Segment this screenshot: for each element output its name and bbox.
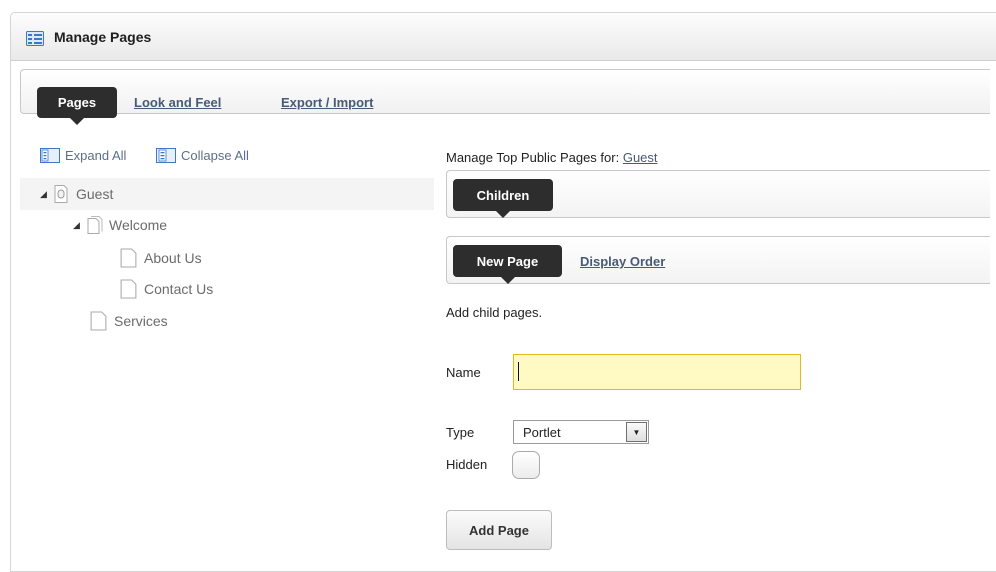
collapse-arrow-icon[interactable]: ◢: [40, 189, 52, 200]
tab-look-and-feel[interactable]: Look and Feel: [134, 95, 221, 110]
tree-node-guest[interactable]: ◢ Guest: [40, 184, 113, 204]
form-intro: Add child pages.: [446, 305, 543, 320]
tree-node-label: Services: [114, 313, 168, 329]
type-label: Type: [446, 425, 475, 440]
guest-site-link[interactable]: Guest: [623, 150, 658, 165]
name-input[interactable]: [513, 354, 801, 390]
expand-all-link[interactable]: Expand All: [40, 148, 126, 163]
add-page-button[interactable]: Add Page: [446, 510, 552, 550]
tab-display-order[interactable]: Display Order: [580, 254, 665, 269]
tree-node-welcome[interactable]: ◢ Welcome: [73, 215, 167, 235]
tree-node-label: Guest: [76, 186, 114, 202]
page-folder-icon: [87, 216, 103, 234]
hidden-checkbox[interactable]: [512, 451, 540, 479]
page-icon: [120, 248, 137, 268]
tab-children[interactable]: Children: [453, 179, 553, 218]
tab-new-page[interactable]: New Page: [453, 245, 562, 284]
collapse-arrow-icon[interactable]: ◢: [73, 220, 85, 231]
manage-pages-label: Manage Top Public Pages for:: [446, 150, 620, 165]
chevron-down-icon[interactable]: ▼: [626, 422, 647, 442]
tab-pages[interactable]: Pages: [37, 87, 117, 125]
collapse-all-link[interactable]: Collapse All: [156, 148, 249, 163]
tree-node-about-us[interactable]: About Us: [119, 247, 202, 269]
tree-node-label: Welcome: [109, 217, 168, 233]
type-select-value: Portlet: [523, 425, 561, 440]
name-label: Name: [446, 365, 481, 380]
manage-pages-heading: Manage Top Public Pages for: Guest: [446, 150, 658, 165]
page-icon: [90, 311, 107, 331]
text-cursor: [518, 362, 519, 381]
collapse-all-label: Collapse All: [181, 148, 249, 163]
tree-node-label: About Us: [144, 250, 202, 266]
tree-node-services[interactable]: Services: [89, 310, 168, 332]
page-icon: [120, 279, 137, 299]
portlet-titlebar: Manage Pages: [11, 13, 996, 61]
hidden-label: Hidden: [446, 457, 488, 472]
expand-all-label: Expand All: [65, 148, 127, 163]
portlet-title: Manage Pages: [54, 29, 152, 45]
manage-pages-icon: [26, 31, 44, 46]
tab-export-import[interactable]: Export / Import: [281, 95, 373, 110]
tree-node-contact-us[interactable]: Contact Us: [119, 278, 213, 300]
type-select[interactable]: Portlet ▼: [513, 420, 649, 444]
collapse-all-icon: [156, 148, 176, 163]
expand-all-icon: [40, 148, 60, 163]
tree-node-label: Contact Us: [144, 281, 214, 297]
site-root-icon: [54, 185, 68, 203]
